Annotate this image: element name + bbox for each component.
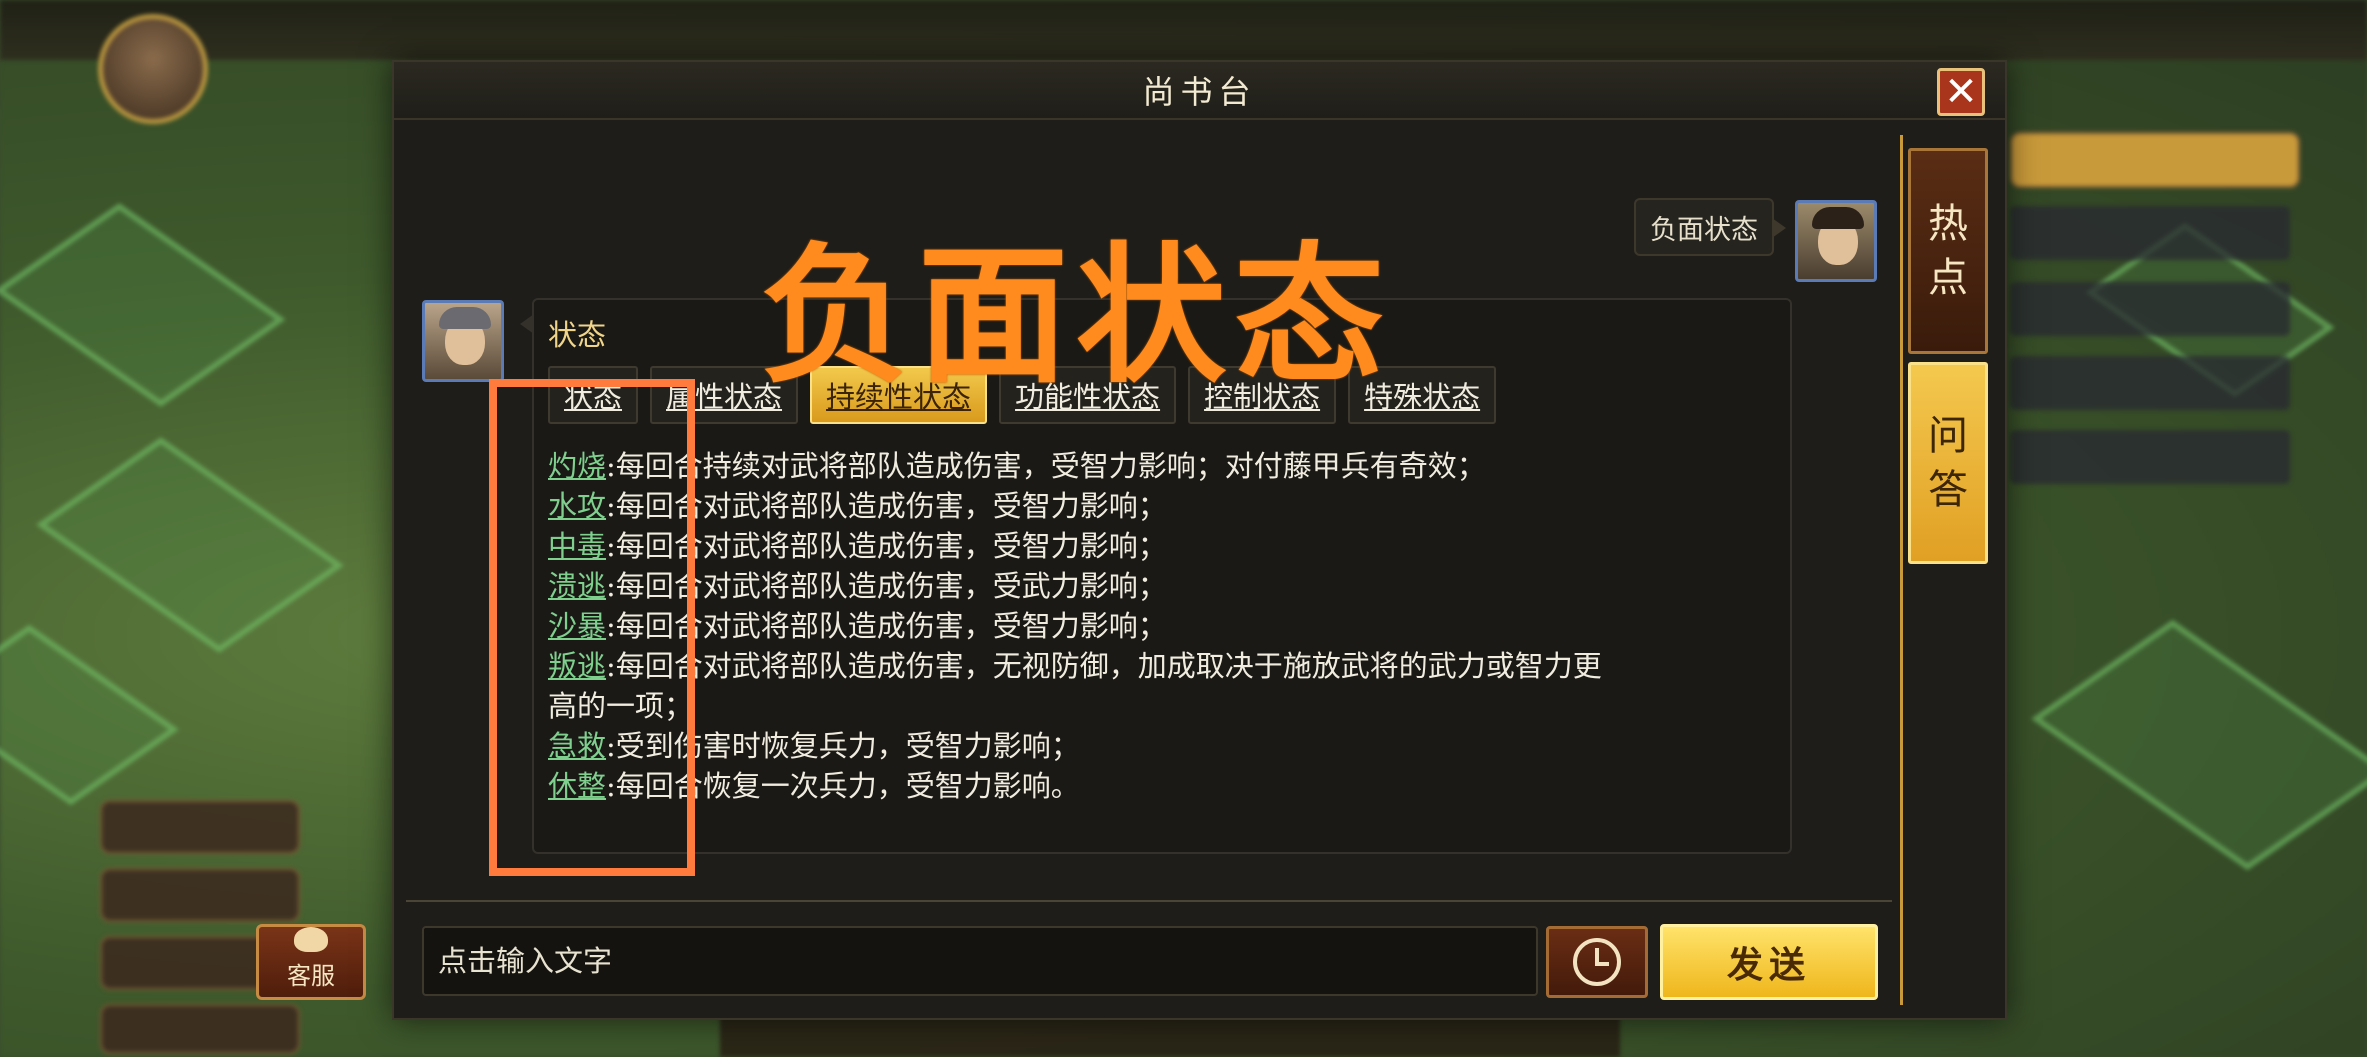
status-entries: 灼烧:每回合持续对武将部队造成伤害，受智力影响；对付藤甲兵有奇效； 水攻:每回合… [548,446,1768,806]
advisor-icon [294,927,328,952]
tab-hot-char: 热 [1928,201,1968,247]
customer-service-label: 客服 [287,962,335,990]
advisor-speech-bubble: 负面状态 [1634,198,1786,256]
list-item: 中毒:每回合对武将部队造成伤害，受智力影响； [548,526,1768,566]
chat-input[interactable] [422,926,1538,996]
tab-qa-char: 问 [1928,413,1968,459]
send-button[interactable]: 发送 [1660,924,1878,1000]
dialog-header: 尚书台 ✕ [394,62,2005,120]
bg-tab [2010,132,2300,188]
list-item: 灼烧:每回合持续对武将部队造成伤害，受智力影响；对付藤甲兵有奇效； [548,446,1768,486]
list-item: 沙暴:每回合对武将部队造成伤害，受智力影响； [548,606,1768,646]
list-item: 急救:受到伤害时恢复兵力，受智力影响； [548,726,1768,766]
list-item: 叛逃:每回合对武将部队造成伤害，无视防御，加成取决于施放武将的武力或智力更 [548,646,1768,686]
overlay-title: 负面状态 [760,230,1393,404]
advisor-portrait [1795,200,1877,282]
panel-title: 状态 [548,318,607,352]
close-button[interactable]: ✕ [1937,68,1985,116]
list-item: 溃逃:每回合对武将部队造成伤害，受武力影响； [548,566,1768,606]
bg-list-row [2010,282,2290,336]
input-divider [406,900,1892,902]
tab-hot-char: 点 [1928,255,1968,301]
tab-qa-char: 答 [1928,467,1968,513]
bg-menu-item [100,868,300,922]
general-portrait [422,300,504,382]
list-item: 水攻:每回合对武将部队造成伤害，受智力影响； [548,486,1768,526]
bg-list-row [2010,356,2290,410]
history-button[interactable] [1546,926,1648,998]
list-item-continuation: 高的一项； [548,686,1768,726]
clock-icon [1573,938,1621,986]
keyword-highlight-box [489,379,695,876]
dialog-title: 尚书台 [1142,73,1257,111]
bg-menu-item [100,1004,300,1054]
resource-bar [0,0,2367,60]
status-description: :每回合持续对武将部队造成伤害，受智力影响；对付藤甲兵有奇效； [606,449,1486,483]
bg-list-row [2010,206,2290,260]
tab-hot-topics[interactable]: 热 点 [1908,148,1988,354]
status-description: :每回合对武将部队造成伤害，无视防御，加成取决于施放武将的武力或智力更 [606,649,1602,683]
list-item: 休整:每回合恢复一次兵力，受智力影响。 [548,766,1768,806]
player-avatar [98,14,208,124]
bg-menu-item [100,800,300,854]
side-divider [1900,135,1903,1005]
customer-service-button[interactable]: 客服 [256,924,366,1000]
tab-qa[interactable]: 问 答 [1908,362,1988,564]
close-icon: ✕ [1944,69,1978,115]
bg-list-row [2010,430,2290,484]
